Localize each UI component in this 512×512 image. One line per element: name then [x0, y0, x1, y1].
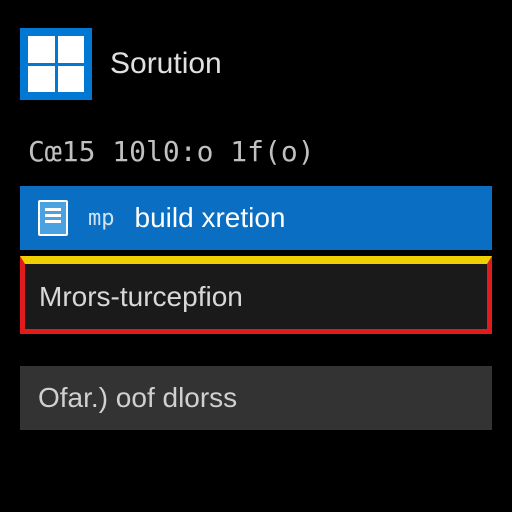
- build-tag: mp: [88, 206, 115, 231]
- app-title: Sorution: [110, 47, 222, 81]
- header: Sorution: [20, 28, 492, 100]
- status-row[interactable]: Ofar.) oof dlorss: [20, 366, 492, 430]
- error-label: Mrors-turcepfion: [39, 281, 243, 313]
- build-action-row[interactable]: mp build xretion: [20, 186, 492, 250]
- error-row[interactable]: Mrors-turcepfion: [20, 256, 492, 334]
- code-counter: Cœ15 10l0:o 1f(o): [20, 135, 492, 168]
- document-icon: [38, 200, 68, 236]
- build-label: build xretion: [135, 202, 286, 234]
- status-label: Ofar.) oof dlorss: [38, 382, 237, 414]
- windows-logo-icon: [20, 28, 92, 100]
